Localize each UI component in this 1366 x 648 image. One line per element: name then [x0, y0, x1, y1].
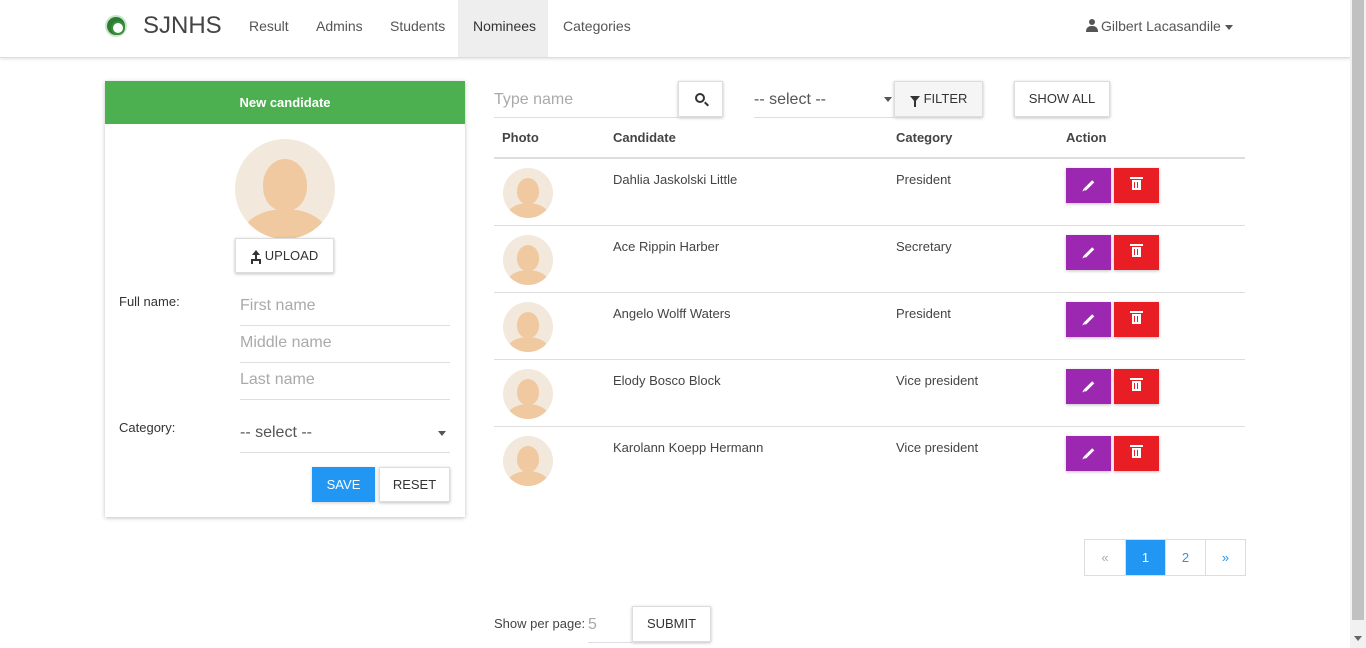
filter-button[interactable]: FILTER	[894, 81, 983, 117]
candidate-name: Ace Rippin Harber	[613, 239, 720, 254]
last-name-input[interactable]: Last name	[240, 363, 450, 400]
candidate-category: Vice president	[896, 440, 979, 455]
per-page-input[interactable]: 5	[588, 606, 632, 643]
delete-button[interactable]	[1114, 369, 1159, 404]
user-name: Gilbert Lacasandile	[1101, 18, 1221, 34]
column-header-action: Action	[1066, 130, 1107, 145]
search-input[interactable]: Type name	[494, 81, 678, 118]
candidate-photo	[503, 168, 553, 218]
user-menu[interactable]: Gilbert Lacasandile	[1086, 0, 1233, 57]
nav-item-admins[interactable]: Admins	[301, 0, 378, 57]
candidate-category: Secretary	[896, 239, 952, 254]
table-row: Angelo Wolff Waters President	[494, 293, 1245, 360]
candidate-photo	[503, 436, 553, 486]
caret-down-icon	[884, 97, 892, 102]
trash-icon	[1130, 177, 1143, 190]
search-icon	[695, 93, 705, 103]
scrollbar-thumb[interactable]	[1352, 0, 1364, 620]
category-filter-select[interactable]: -- select --	[754, 81, 894, 118]
caret-down-icon	[438, 431, 446, 436]
pencil-icon	[1083, 180, 1095, 191]
user-icon	[1086, 19, 1098, 32]
nav-item-nominees[interactable]: Nominees	[458, 0, 548, 57]
filter-label: FILTER	[923, 91, 968, 106]
candidate-photo	[503, 302, 553, 352]
per-page-label: Show per page:	[494, 616, 586, 631]
scroll-down-arrow-icon[interactable]	[1354, 636, 1362, 641]
pencil-icon	[1083, 448, 1095, 459]
delete-button[interactable]	[1114, 436, 1159, 471]
candidate-name: Angelo Wolff Waters	[613, 306, 731, 321]
school-logo-icon[interactable]	[105, 15, 127, 37]
full-name-label: Full name:	[119, 294, 180, 309]
table-row: Ace Rippin Harber Secretary	[494, 226, 1245, 293]
delete-button[interactable]	[1114, 235, 1159, 270]
edit-button[interactable]	[1066, 168, 1111, 203]
delete-button[interactable]	[1114, 302, 1159, 337]
navbar: SJNHS Result Admins Students Nominees Ca…	[0, 0, 1350, 58]
pagination-next[interactable]: »	[1205, 540, 1245, 575]
save-button[interactable]: SAVE	[312, 467, 375, 502]
upload-label: UPLOAD	[264, 248, 319, 263]
trash-icon	[1130, 445, 1143, 458]
candidate-category: Vice president	[896, 373, 979, 388]
table-row: Karolann Koepp Hermann Vice president	[494, 427, 1245, 494]
nav-item-students[interactable]: Students	[375, 0, 460, 57]
category-select[interactable]: -- select --	[240, 416, 450, 453]
filter-select-value: -- select --	[754, 91, 826, 108]
pencil-icon	[1083, 381, 1095, 392]
category-select-value: -- select --	[240, 424, 312, 441]
trash-icon	[1130, 244, 1143, 257]
edit-button[interactable]	[1066, 302, 1111, 337]
pagination-page-2[interactable]: 2	[1165, 540, 1205, 575]
delete-button[interactable]	[1114, 168, 1159, 203]
candidate-photo	[503, 235, 553, 285]
column-header-category: Category	[896, 130, 953, 145]
filter-icon	[909, 96, 920, 107]
candidate-photo	[503, 369, 553, 419]
vertical-scrollbar[interactable]	[1350, 0, 1366, 648]
candidate-photo-placeholder	[235, 139, 335, 239]
table-row: Dahlia Jaskolski Little President	[494, 159, 1245, 226]
submit-button[interactable]: SUBMIT	[632, 606, 711, 642]
caret-down-icon	[1224, 24, 1233, 30]
candidate-name: Dahlia Jaskolski Little	[613, 172, 738, 187]
edit-button[interactable]	[1066, 436, 1111, 471]
search-button[interactable]	[678, 81, 723, 117]
nav-item-categories[interactable]: Categories	[548, 0, 646, 57]
candidate-category: President	[896, 172, 951, 187]
edit-button[interactable]	[1066, 235, 1111, 270]
pencil-icon	[1083, 247, 1095, 258]
new-candidate-card: New candidate UPLOAD Full name: First na…	[105, 81, 465, 517]
pagination: « 1 2 »	[1084, 539, 1246, 576]
show-all-button[interactable]: SHOW ALL	[1014, 81, 1110, 117]
nav-item-result[interactable]: Result	[234, 0, 304, 57]
upload-icon	[250, 250, 261, 261]
column-header-candidate: Candidate	[613, 130, 676, 145]
trash-icon	[1130, 311, 1143, 324]
trash-icon	[1130, 378, 1143, 391]
pencil-icon	[1083, 314, 1095, 325]
middle-name-input[interactable]: Middle name	[240, 326, 450, 363]
pagination-page-1[interactable]: 1	[1125, 540, 1165, 575]
pagination-prev[interactable]: «	[1085, 540, 1125, 575]
reset-button[interactable]: RESET	[379, 467, 450, 502]
category-label: Category:	[119, 420, 176, 435]
edit-button[interactable]	[1066, 369, 1111, 404]
candidate-name: Elody Bosco Block	[613, 373, 721, 388]
table-row: Elody Bosco Block Vice president	[494, 360, 1245, 427]
column-header-photo: Photo	[502, 130, 539, 145]
candidate-category: President	[896, 306, 951, 321]
card-title: New candidate	[105, 81, 465, 124]
candidate-name: Karolann Koepp Hermann	[613, 440, 764, 455]
first-name-input[interactable]: First name	[240, 289, 450, 326]
upload-button[interactable]: UPLOAD	[235, 238, 334, 273]
brand-name[interactable]: SJNHS	[143, 12, 222, 40]
